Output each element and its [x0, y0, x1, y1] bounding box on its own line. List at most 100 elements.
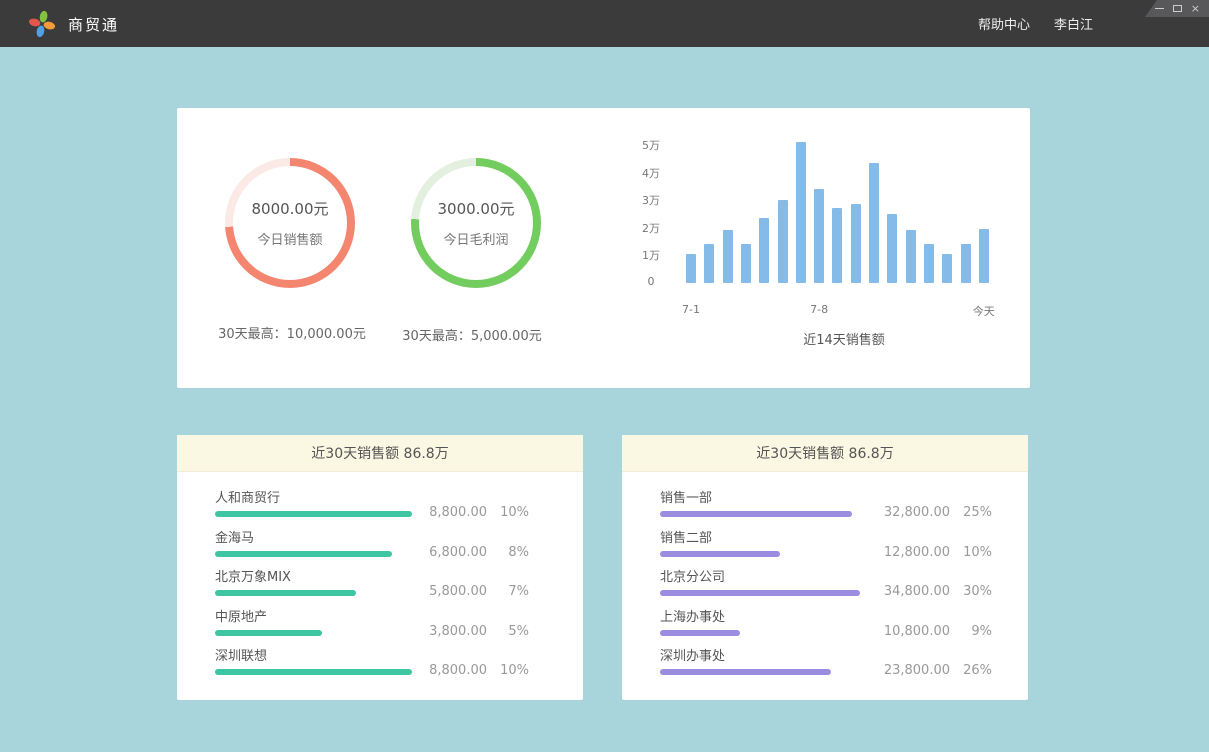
rank-row: 销售二部12,800.0010%: [660, 530, 1028, 570]
profit-30d-max-caption: 30天最高：5,000.00元: [362, 325, 582, 344]
bar-day-8: [814, 189, 824, 283]
rank-value: 10,800.00: [870, 624, 950, 639]
x-axis-tick: 7-1: [682, 303, 700, 316]
rank-value: 5,800.00: [407, 584, 487, 599]
rank-figures: 12,800.00 10%: [870, 545, 992, 560]
app-window: 商贸通 帮助中心 李白江 × 8000.00元 今日销售额 3000.00元 今…: [0, 0, 1209, 752]
rank-percent: 10%: [962, 545, 992, 560]
window-controls: ×: [1145, 0, 1209, 17]
bar-day-11: [869, 163, 879, 283]
rank-figures: 5,800.00 7%: [407, 584, 529, 599]
bar-day-10: [851, 204, 861, 283]
rank-row: 北京万象MIX5,800.007%: [215, 569, 583, 609]
y-axis-tick: 3万: [631, 192, 671, 208]
y-axis-tick: 5万: [631, 137, 671, 153]
rank-value: 12,800.00: [870, 545, 950, 560]
rank-percent: 5%: [499, 624, 529, 639]
rank-row: 金海马6,800.008%: [215, 530, 583, 570]
rank-figures: 23,800.0026%: [870, 663, 992, 678]
customer-rank-card: 近30天销售额 86.8万 人和商贸行8,800.0010%金海马6,800.0…: [177, 435, 583, 700]
bar-day-17: [979, 229, 989, 283]
rank-percent: 30%: [962, 584, 992, 599]
dept-rank-list: 销售一部32,800.0025%销售二部12,800.0010%北京分公司34,…: [622, 472, 1028, 700]
x-axis-tick: 7-8: [810, 303, 828, 316]
rank-bar: [215, 511, 412, 517]
rank-row: 深圳联想8,800.0010%: [215, 648, 583, 688]
rank-percent: 8%: [499, 545, 529, 560]
rank-bar: [215, 590, 356, 596]
today-profit-label: 今日毛利润: [443, 229, 508, 248]
today-profit-value: 3000.00元: [437, 198, 514, 219]
bar-day-16: [961, 244, 971, 283]
rank-percent: 10%: [499, 663, 529, 678]
rank-percent: 10%: [499, 505, 529, 520]
bar-day-9: [832, 208, 842, 283]
rank-row: 深圳办事处23,800.0026%: [660, 648, 1028, 688]
titlebar: 商贸通 帮助中心 李白江 ×: [0, 0, 1209, 47]
today-sales-label: 今日销售额: [257, 229, 322, 248]
rank-row: 上海办事处10,800.009%: [660, 609, 1028, 649]
app-title: 商贸通: [68, 14, 119, 35]
rank-figures: 34,800.00 30%: [870, 584, 992, 599]
bar-day-14: [924, 244, 934, 283]
rank-value: 23,800.00: [870, 663, 950, 678]
today-sales-donut: 8000.00元 今日销售额: [225, 158, 355, 288]
y-axis-tick: 0: [631, 275, 671, 288]
rank-bar: [660, 669, 831, 675]
today-profit-donut: 3000.00元 今日毛利润: [411, 158, 541, 288]
customer-rank-header: 近30天销售额 86.8万: [177, 435, 583, 472]
minimize-icon[interactable]: [1155, 8, 1164, 9]
rank-bar: [215, 551, 392, 557]
rank-percent: 7%: [499, 584, 529, 599]
rank-row: 销售一部32,800.0025%: [660, 490, 1028, 530]
rank-bar: [660, 551, 780, 557]
rank-figures: 10,800.00 9%: [870, 624, 992, 639]
bar-day-1: [686, 254, 696, 283]
rank-bar: [215, 630, 322, 636]
rank-figures: 32,800.00 25%: [870, 505, 992, 520]
bar-day-3: [723, 230, 733, 283]
today-overview-card: 8000.00元 今日销售额 3000.00元 今日毛利润 30天最高：10,0…: [177, 108, 1030, 388]
rank-row: 中原地产3,800.005%: [215, 609, 583, 649]
bar-day-5: [759, 218, 769, 283]
dept-rank-header: 近30天销售额 86.8万: [622, 435, 1028, 472]
y-axis-tick: 4万: [631, 165, 671, 181]
bar-day-6: [778, 200, 788, 283]
chart-title: 近14天销售额: [744, 329, 944, 348]
rank-percent: 25%: [962, 505, 992, 520]
rank-percent: 9%: [962, 624, 992, 639]
customer-rank-title: 近30天销售额 86.8万: [311, 443, 448, 463]
dept-rank-card: 近30天销售额 86.8万 销售一部32,800.0025%销售二部12,800…: [622, 435, 1028, 700]
today-sales-donut-center: 8000.00元 今日销售额: [233, 166, 347, 280]
maximize-icon[interactable]: [1173, 5, 1182, 12]
rank-value: 34,800.00: [870, 584, 950, 599]
bar-day-12: [887, 214, 897, 283]
titlebar-nav: 帮助中心 李白江: [978, 0, 1093, 47]
sales-14d-bar-chart: [686, 142, 991, 283]
y-axis-tick: 2万: [631, 220, 671, 236]
bar-day-13: [906, 230, 916, 283]
pinwheel-logo-icon: [27, 9, 57, 39]
bar-day-7: [796, 142, 806, 283]
nav-user-name[interactable]: 李白江: [1054, 14, 1093, 33]
rank-value: 8,800.00: [407, 663, 487, 678]
rank-figures: 8,800.00 10%: [407, 663, 529, 678]
rank-value: 8,800.00: [407, 505, 487, 520]
rank-row: 人和商贸行8,800.0010%: [215, 490, 583, 530]
dept-rank-title: 近30天销售额 86.8万: [756, 443, 893, 463]
rank-value: 3,800.00: [407, 624, 487, 639]
today-sales-value: 8000.00元: [251, 198, 328, 219]
close-icon[interactable]: ×: [1191, 3, 1200, 14]
rank-figures: 8,800.00 10%: [407, 505, 529, 520]
today-profit-donut-center: 3000.00元 今日毛利润: [419, 166, 533, 280]
rank-row: 北京分公司34,800.0030%: [660, 569, 1028, 609]
rank-figures: 3,800.00 5%: [407, 624, 529, 639]
rank-bar: [660, 590, 860, 596]
rank-bar: [660, 511, 852, 517]
rank-value: 6,800.00: [407, 545, 487, 560]
y-axis-tick: 1万: [631, 247, 671, 263]
nav-help-center[interactable]: 帮助中心: [978, 14, 1030, 33]
rank-value: 32,800.00: [870, 505, 950, 520]
customer-rank-list: 人和商贸行8,800.0010%金海马6,800.008%北京万象MIX5,80…: [177, 472, 583, 700]
bar-day-2: [704, 244, 714, 283]
